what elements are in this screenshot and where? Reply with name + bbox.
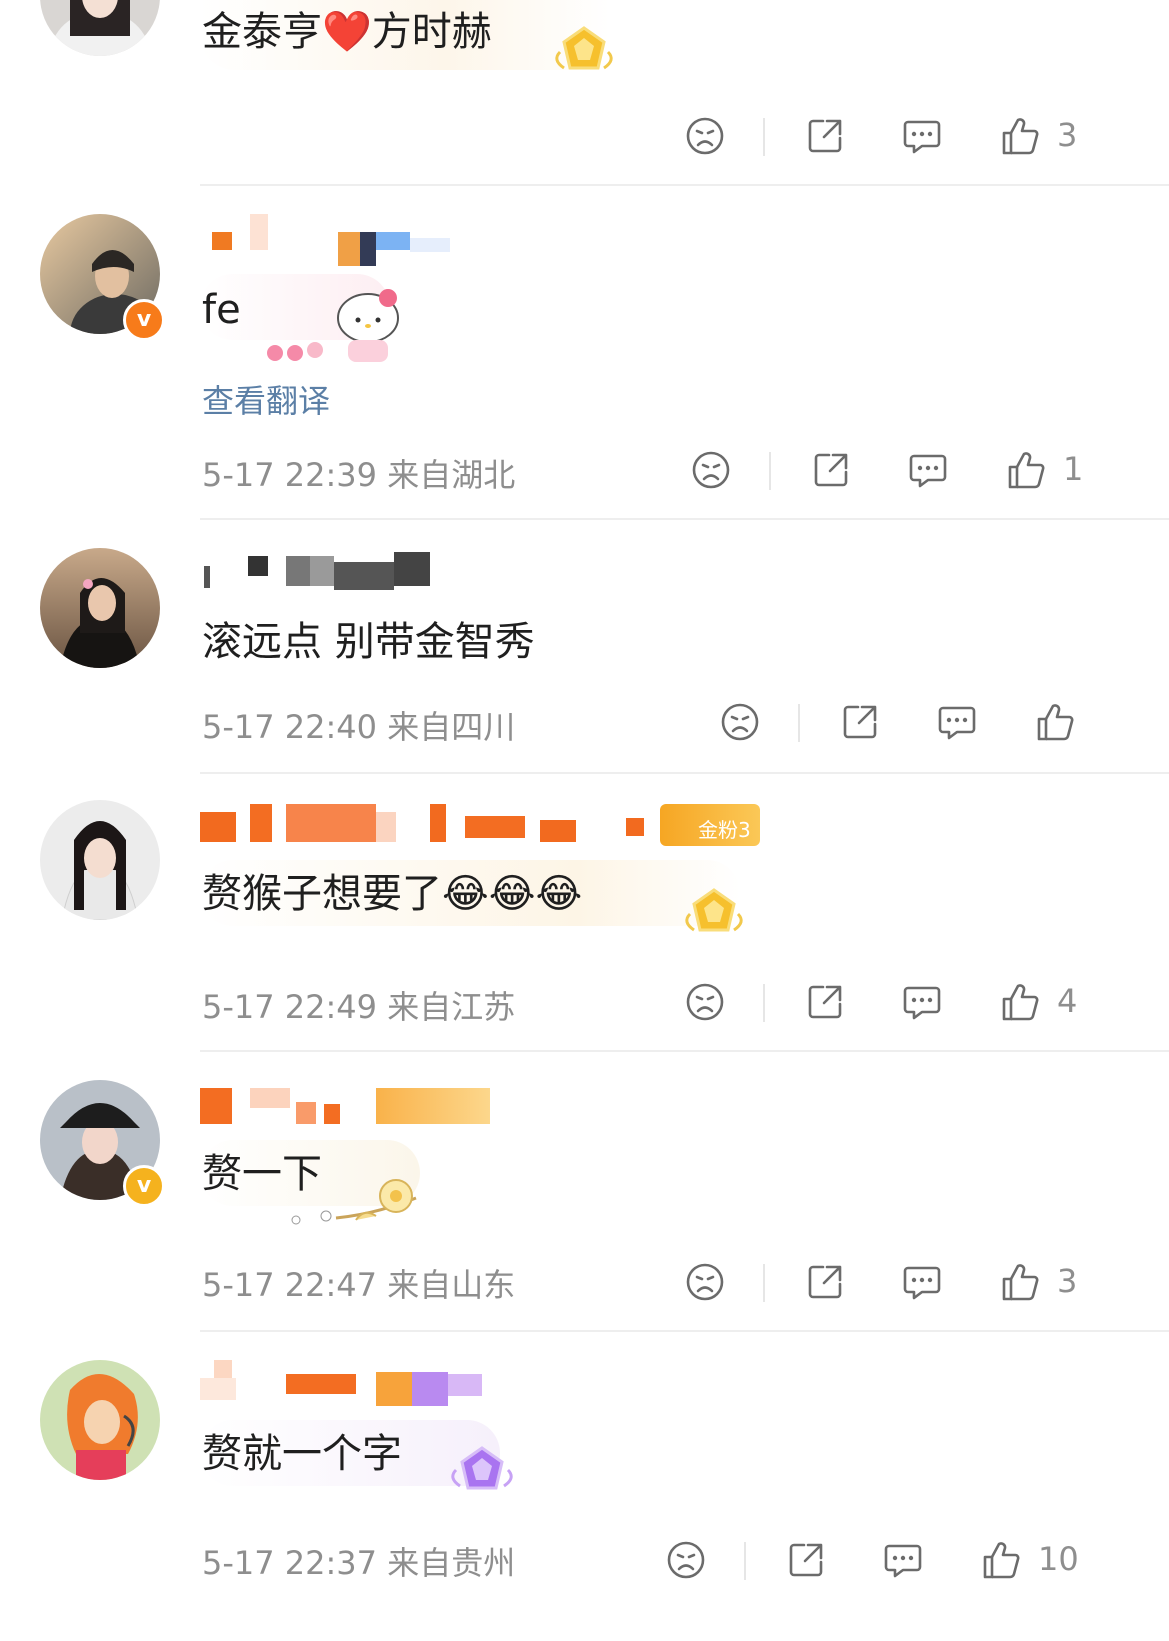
reply-button[interactable]: [906, 448, 950, 492]
comment-actions: [718, 700, 1098, 750]
like-count: 3: [1057, 1262, 1078, 1300]
purple-badge-icon: [446, 1440, 518, 1500]
divider: [744, 1542, 746, 1580]
comment-bubble-icon: [881, 1538, 925, 1582]
share-button[interactable]: [803, 114, 847, 158]
gold-badge-icon: [548, 22, 620, 82]
comment-actions: 3: [683, 114, 1083, 164]
share-icon: [809, 448, 853, 492]
share-icon: [803, 980, 847, 1024]
translate-link[interactable]: 查看翻译: [202, 376, 330, 422]
comment-actions: 10: [664, 1538, 1084, 1588]
reply-button[interactable]: [935, 700, 979, 744]
thumbs-up-icon: [998, 980, 1042, 1024]
comment-meta: 5-17 22:37 来自贵州: [202, 1544, 516, 1582]
thumbs-up-icon: [998, 114, 1042, 158]
comment-bubble-icon: [900, 114, 944, 158]
share-button[interactable]: [838, 700, 882, 744]
verified-badge-icon: v: [123, 1165, 165, 1207]
sad-face-icon: [664, 1538, 708, 1582]
like-button[interactable]: [998, 980, 1042, 1024]
share-button[interactable]: [803, 1260, 847, 1304]
dislike-button[interactable]: [664, 1538, 708, 1582]
avatar[interactable]: [40, 1360, 160, 1480]
like-count: 3: [1057, 116, 1078, 154]
dislike-button[interactable]: [689, 448, 733, 492]
sad-face-icon: [718, 700, 762, 744]
like-count: 4: [1057, 982, 1078, 1020]
dislike-button[interactable]: [683, 1260, 727, 1304]
like-button[interactable]: [1033, 700, 1077, 744]
sad-face-icon: [683, 980, 727, 1024]
like-count: 10: [1038, 1540, 1079, 1578]
avatar[interactable]: [40, 0, 160, 56]
gold-badge-icon: [678, 884, 750, 944]
avatar[interactable]: [40, 800, 160, 920]
share-icon: [784, 1538, 828, 1582]
reply-button[interactable]: [900, 114, 944, 158]
reply-button[interactable]: [900, 1260, 944, 1304]
username-blurred[interactable]: [200, 1360, 500, 1406]
comment-actions: 1: [689, 448, 1089, 498]
divider: [798, 704, 800, 742]
comment-text: 金泰亨❤️方时赫: [202, 9, 492, 55]
divider: [769, 452, 771, 490]
comment-text: 赘就一个字: [202, 1431, 402, 1477]
like-button[interactable]: [1004, 448, 1048, 492]
comment-item: v fe 查看翻译 5-17 22:39 来自湖北 1: [0, 186, 1169, 520]
dislike-button[interactable]: [683, 980, 727, 1024]
reply-button[interactable]: [900, 980, 944, 1024]
comment-bubble-icon: [935, 700, 979, 744]
dislike-button[interactable]: [718, 700, 762, 744]
sad-face-icon: [683, 114, 727, 158]
comment-actions: 3: [683, 1260, 1083, 1310]
dislike-button[interactable]: [683, 114, 727, 158]
username-blurred[interactable]: [200, 1088, 500, 1128]
comment-text: 赘猴子想要了😂😂😂: [202, 871, 583, 917]
comment-bubble-icon: [900, 980, 944, 1024]
divider: [763, 984, 765, 1022]
share-button[interactable]: [809, 448, 853, 492]
comment-item: 赘就一个字 5-17 22:37 来自贵州 10: [0, 1332, 1169, 1641]
comment-bubble-icon: [900, 1260, 944, 1304]
like-button[interactable]: [998, 1260, 1042, 1304]
hello-kitty-sticker-icon: [240, 278, 410, 368]
flower-sticker-icon: [286, 1168, 436, 1248]
username-blurred[interactable]: [200, 214, 460, 266]
comment-item: v 赘一下 5-17 22:47 来自山东 3: [0, 1052, 1169, 1332]
username-blurred[interactable]: [200, 552, 440, 592]
share-button[interactable]: [784, 1538, 828, 1582]
comment-item: 金泰亨❤️方时赫 3: [0, 0, 1169, 186]
like-button[interactable]: [979, 1538, 1023, 1582]
comment-item: 金粉3 赘猴子想要了😂😂😂 5-17 22:49 来自江苏 4: [0, 774, 1169, 1052]
divider: [763, 1264, 765, 1302]
share-icon: [838, 700, 882, 744]
comment-actions: 4: [683, 980, 1083, 1030]
divider: [763, 118, 765, 156]
like-button[interactable]: [998, 114, 1042, 158]
thumbs-up-icon: [1004, 448, 1048, 492]
share-icon: [803, 1260, 847, 1304]
thumbs-up-icon: [998, 1260, 1042, 1304]
sad-face-icon: [689, 448, 733, 492]
reply-button[interactable]: [881, 1538, 925, 1582]
like-count: 1: [1063, 450, 1084, 488]
comment-bubble-icon: [906, 448, 950, 492]
comment-meta: 5-17 22:49 来自江苏: [202, 988, 516, 1026]
comment-text: 滚远点 别带金智秀: [202, 619, 535, 665]
thumbs-up-icon: [1033, 700, 1077, 744]
fan-badge: 金粉3: [698, 818, 751, 842]
comment-item: 滚远点 别带金智秀 5-17 22:40 来自四川: [0, 520, 1169, 774]
sad-face-icon: [683, 1260, 727, 1304]
comment-meta: 5-17 22:40 来自四川: [202, 708, 516, 746]
thumbs-up-icon: [979, 1538, 1023, 1582]
verified-badge-icon: v: [123, 299, 165, 341]
share-icon: [803, 114, 847, 158]
avatar[interactable]: [40, 548, 160, 668]
username-blurred[interactable]: [200, 804, 770, 846]
share-button[interactable]: [803, 980, 847, 1024]
comment-text: fe: [202, 287, 241, 333]
comment-meta: 5-17 22:47 来自山东: [202, 1266, 516, 1304]
comment-meta: 5-17 22:39 来自湖北: [202, 456, 516, 494]
